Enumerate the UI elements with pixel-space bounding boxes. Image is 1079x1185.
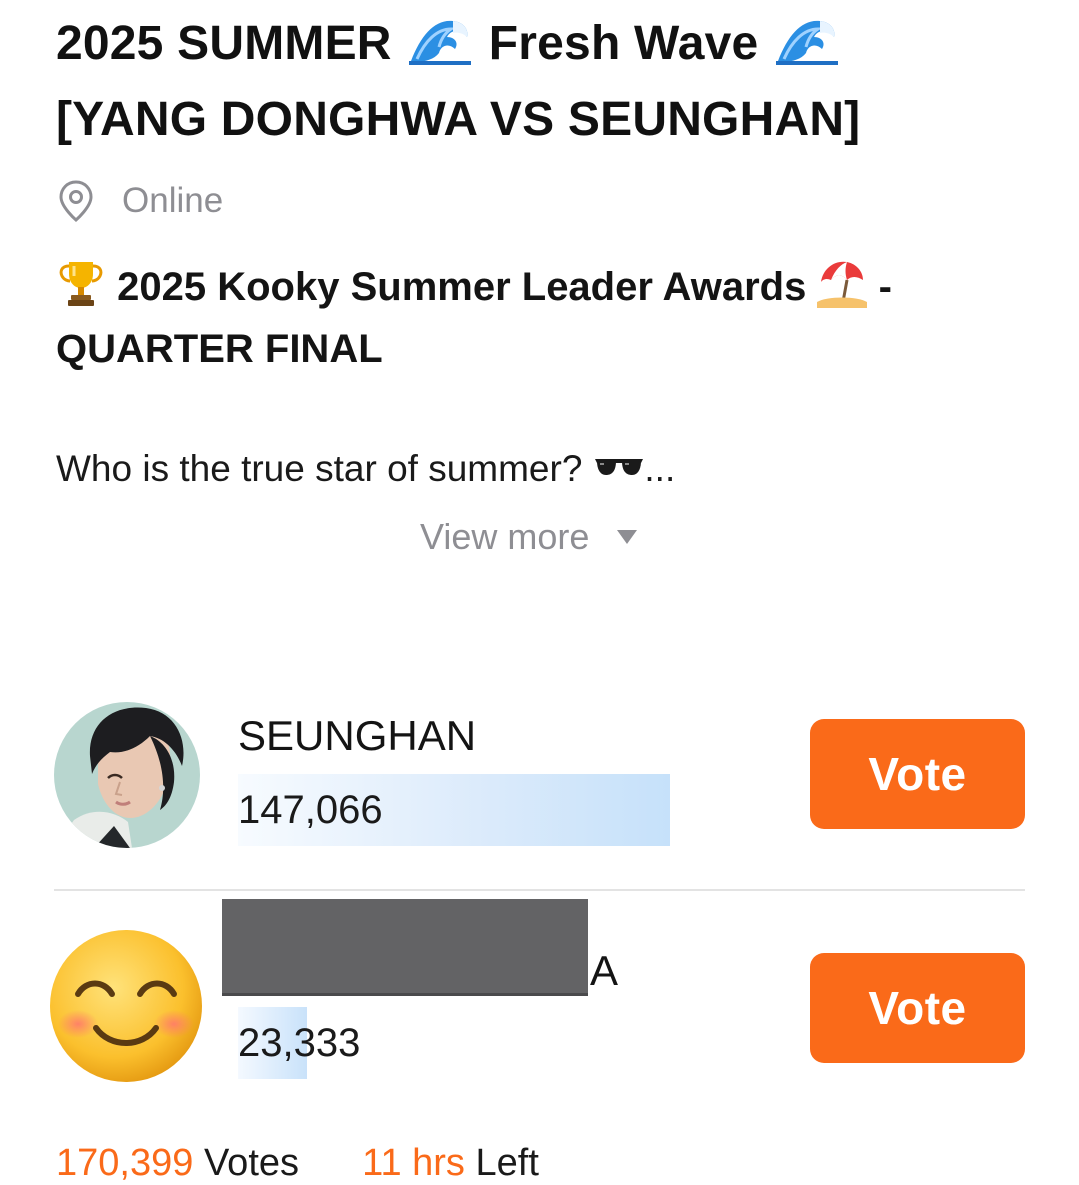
description-text: Who is the true star of summer? — [56, 448, 583, 489]
poll-footer: 170,399 Votes 11 hrs Left — [56, 1142, 539, 1185]
divider — [54, 889, 1025, 891]
total-votes: 170,399 — [56, 1142, 194, 1184]
view-more-button[interactable]: View more — [420, 516, 639, 558]
candidate-name: SEUNGHAN — [238, 712, 477, 759]
candidate-name: A — [590, 947, 619, 994]
title-part2: Fresh Wave — [488, 17, 759, 70]
title-line2: [YANG DONGHWA VS SEUNGHAN] — [56, 93, 861, 146]
subtitle-main: 2025 Kooky Summer Leader Awards — [117, 265, 807, 309]
event-title: 2025 SUMMER Fresh Wave [YANG DONGHWA VS … — [56, 6, 1016, 158]
location-label: Online — [122, 181, 224, 220]
sunglasses-icon — [595, 459, 644, 475]
view-more-label: View more — [420, 516, 590, 557]
title-part1: 2025 SUMMER — [56, 17, 392, 70]
smiling-face-emoji-icon — [50, 930, 202, 1082]
caret-down-icon — [617, 530, 638, 544]
time-left-label: Left — [475, 1142, 539, 1184]
description-ellipsis: ... — [644, 448, 676, 489]
time-left: 11 hrs — [362, 1142, 465, 1184]
subtitle-tail: - — [878, 265, 892, 309]
event-subtitle: 2025 Kooky Summer Leader Awards - QUARTE… — [56, 256, 1016, 380]
wave-emoji-icon — [775, 20, 838, 65]
candidate-row: SEUNGHAN 147,066 Vote — [0, 700, 1079, 880]
redacted-name-block — [222, 899, 588, 996]
wave-emoji-icon — [409, 20, 472, 65]
event-description: Who is the true star of summer? ... — [56, 448, 675, 490]
trophy-icon — [59, 262, 103, 306]
profile-photo — [54, 702, 200, 848]
vote-count: 23,333 — [238, 1021, 361, 1065]
vote-count: 147,066 — [238, 788, 383, 832]
votes-label: Votes — [203, 1142, 300, 1184]
vote-button[interactable]: Vote — [810, 719, 1025, 829]
vote-button[interactable]: Vote — [810, 953, 1025, 1063]
location-pin-icon — [59, 180, 93, 222]
event-location: Online — [58, 178, 223, 224]
avatar — [48, 928, 204, 1084]
avatar — [54, 702, 200, 848]
subtitle-line2: QUARTER FINAL — [56, 327, 383, 371]
beach-umbrella-icon — [817, 261, 868, 308]
